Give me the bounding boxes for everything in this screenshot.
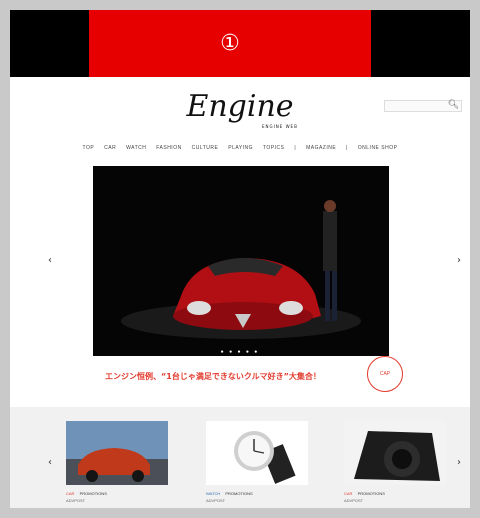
site-logo[interactable]: Engine xyxy=(10,89,470,124)
article-meta: CAR PROMOTIONS ADVPOST xyxy=(344,491,446,503)
article-subtext: ADVPOST xyxy=(66,498,86,503)
article-card[interactable]: CAR PROMOTIONS ADVPOST xyxy=(344,421,446,503)
carousel-next-arrow[interactable]: › xyxy=(457,457,461,468)
article-subtext: ADVPOST xyxy=(344,498,364,503)
site-logo-sub: ENGINE WEB xyxy=(262,124,298,129)
top-black-bar: ① xyxy=(10,10,470,77)
article-subtext: ADVPOST xyxy=(206,498,226,503)
article-meta: CAR PROMOTIONS ADVPOST xyxy=(66,491,168,503)
main-nav: TOP CAR WATCH FASHION CULTURE PLAYING TO… xyxy=(10,145,470,151)
nav-item-magazine[interactable]: MAGAZINE xyxy=(306,145,336,151)
hero-prev-arrow[interactable]: ‹ xyxy=(48,255,52,266)
nav-item-playing[interactable]: PLAYING xyxy=(228,145,253,151)
nav-item-topics[interactable]: TOPICS xyxy=(263,145,285,151)
article-tag[interactable]: PROMOTIONS xyxy=(225,491,252,496)
article-meta: WATCH PROMOTIONS ADVPOST xyxy=(206,491,308,503)
screenshot-frame: ① 🔍︎ Engine ENGINE WEB TOP CAR WATCH FAS… xyxy=(0,0,480,518)
hero-badge[interactable]: CAP xyxy=(367,356,403,392)
article-card[interactable]: WATCH PROMOTIONS ADVPOST xyxy=(206,421,308,503)
slider-indicator-dots[interactable]: ● ● ● ● ● xyxy=(10,349,470,355)
article-carousel: ‹ › CAR PROMOTIONS ADVPOST WATCH PROMOTI… xyxy=(10,407,470,508)
nav-item-watch[interactable]: WATCH xyxy=(126,145,146,151)
website-page: 🔍︎ Engine ENGINE WEB TOP CAR WATCH FASHI… xyxy=(10,77,470,508)
carousel-prev-arrow[interactable]: ‹ xyxy=(48,457,52,468)
nav-item-car[interactable]: CAR xyxy=(104,145,116,151)
article-tag[interactable]: PROMOTIONS xyxy=(358,491,385,496)
article-category[interactable]: CAR xyxy=(344,491,352,496)
article-category[interactable]: CAR xyxy=(66,491,74,496)
nav-item-top[interactable]: TOP xyxy=(83,145,95,151)
nav-item-fashion[interactable]: FASHION xyxy=(156,145,181,151)
article-category[interactable]: WATCH xyxy=(206,491,220,496)
nav-divider: | xyxy=(294,145,297,151)
hero-caption[interactable]: エンジン恒例、“1台じゃ満足できないクルマ好き”大集合！ xyxy=(105,371,321,382)
article-tag[interactable]: PROMOTIONS xyxy=(80,491,107,496)
nav-divider: | xyxy=(346,145,348,151)
article-thumbnail[interactable] xyxy=(206,421,308,485)
hero-slider-image[interactable] xyxy=(93,166,389,356)
article-card[interactable]: CAR PROMOTIONS ADVPOST xyxy=(66,421,168,503)
nav-item-online-shop[interactable]: ONLINE SHOP xyxy=(358,145,398,151)
article-thumbnail[interactable] xyxy=(66,421,168,485)
nav-item-culture[interactable]: CULTURE xyxy=(192,145,219,151)
annotation-number-badge: ① xyxy=(89,10,371,77)
hero-car-image xyxy=(93,166,389,356)
hero-next-arrow[interactable]: › xyxy=(457,255,461,266)
article-thumbnail[interactable] xyxy=(344,421,446,485)
